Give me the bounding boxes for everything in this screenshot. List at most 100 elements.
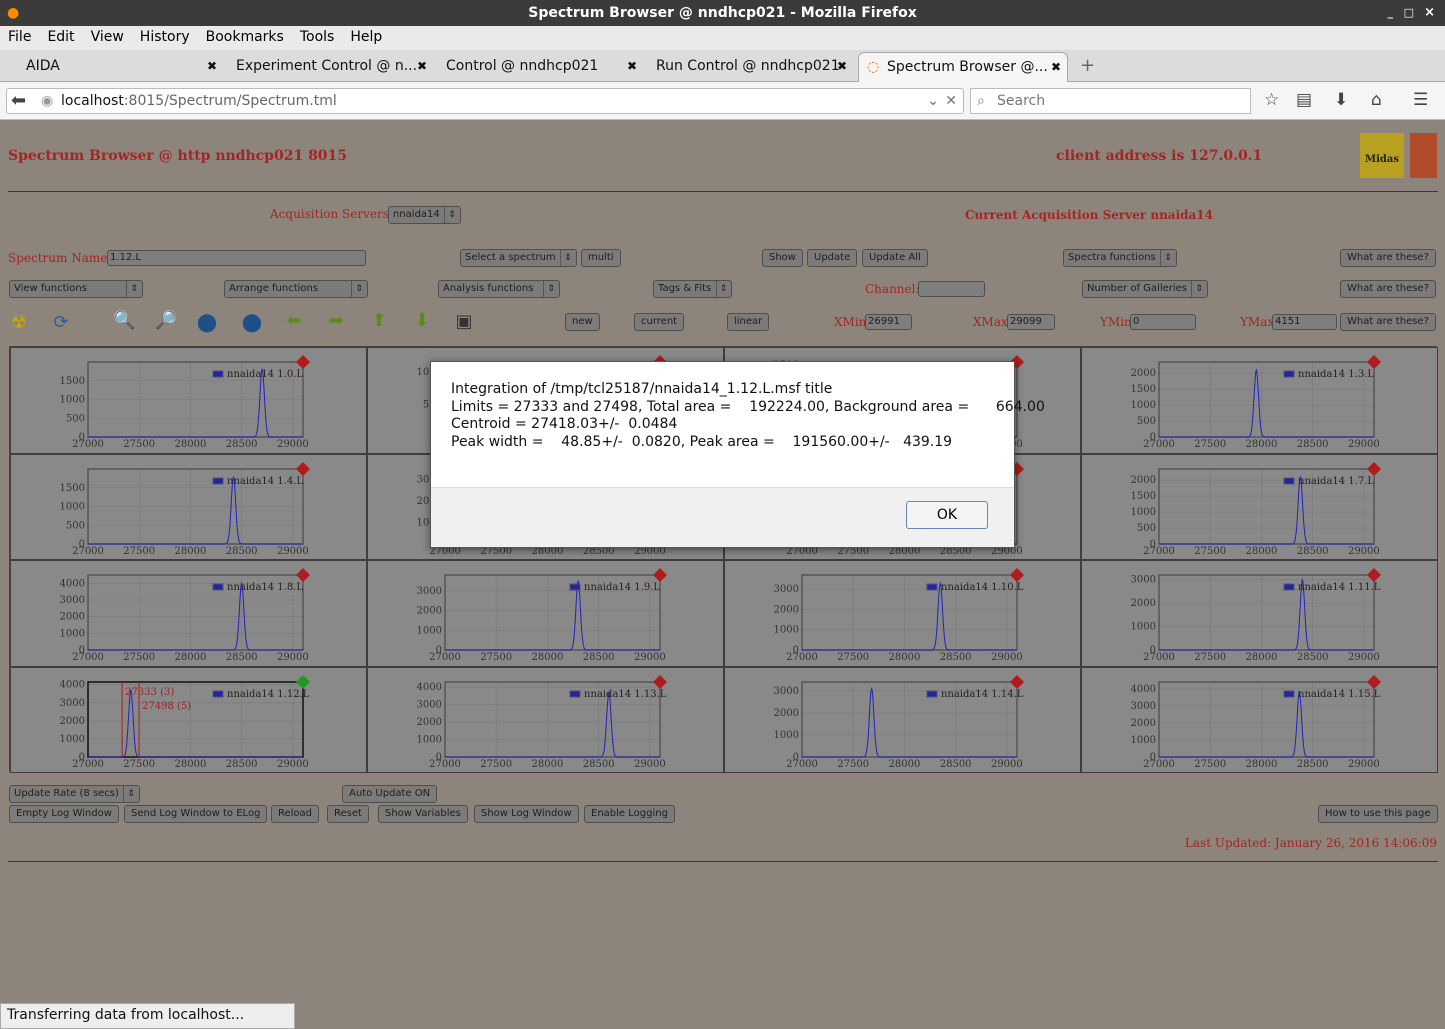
dialog-line: Centroid = 27418.03+/- 0.0484 [451, 416, 678, 432]
xmin-input[interactable]: 26991 [865, 314, 912, 330]
analysis-functions-select[interactable]: Analysis functions [438, 280, 560, 298]
x-tick-label: 27000 [1143, 546, 1175, 557]
y-tick-label: 3000 [417, 586, 442, 597]
what-are-these-button[interactable]: What are these? [1340, 313, 1436, 331]
spectrum-panel[interactable]: 27000 27500 28000 28500 29000 0 1000 2000 3000 nn… [724, 560, 1081, 667]
arrow-down-icon[interactable]: ⬇ [411, 310, 433, 331]
auto-update-button[interactable]: Auto Update ON [342, 785, 438, 803]
bookmark-star-icon[interactable]: ☆ [1264, 90, 1279, 110]
close-tab-icon[interactable]: ✖ [417, 52, 427, 80]
search-input[interactable]: ⌕ Search [970, 88, 1251, 114]
stop-icon[interactable]: ✕ [945, 89, 957, 113]
show-button[interactable]: Show [762, 249, 803, 267]
menu-history[interactable]: History [132, 26, 198, 45]
expand-vertical-icon[interactable]: ⬤ [196, 312, 218, 333]
tab-experiment-control[interactable]: Experiment Control @ n... ✖ [228, 52, 433, 82]
spectrum-panel[interactable]: 27000 27500 28000 28500 29000 0 500 1000 1500 nna… [10, 347, 367, 454]
close-tab-icon[interactable]: ✖ [207, 52, 217, 80]
spectrum-panel[interactable]: 27000 27500 28000 28500 29000 0 1000 2000 3000 nn… [367, 560, 724, 667]
update-all-button[interactable]: Update All [862, 249, 928, 267]
current-button[interactable]: current [634, 313, 685, 331]
menu-edit[interactable]: Edit [39, 26, 82, 45]
arrow-right-icon[interactable]: ➡ [325, 310, 347, 331]
number-of-galleries-select[interactable]: Number of Galleries [1082, 280, 1209, 298]
tab-spectrum-browser[interactable]: ◌ Spectrum Browser @... ✖ [858, 52, 1068, 82]
spectra-functions-select[interactable]: Spectra functions [1063, 249, 1177, 267]
tab-aida[interactable]: AIDA ✖ [18, 52, 223, 82]
close-tab-icon[interactable]: ✖ [1051, 53, 1061, 81]
dropdown-icon[interactable]: ⌄ [927, 89, 939, 113]
view-functions-select[interactable]: View functions [9, 280, 143, 298]
multi-button[interactable]: multi [581, 249, 621, 267]
menu-file[interactable]: File [0, 26, 39, 45]
spectrum-line [88, 688, 303, 757]
spectrum-panel[interactable]: 27000 27500 28000 28500 29000 0 1000 2000 3000 40… [1081, 666, 1438, 773]
channel-input[interactable] [918, 281, 985, 297]
maximize-button[interactable]: □ [1404, 0, 1414, 26]
menu-view[interactable]: View [83, 26, 132, 45]
compress-vertical-icon[interactable]: ⬤ [241, 312, 263, 333]
spectrum-panel[interactable]: 27000 27500 28000 28500 29000 0 1000 2000 3000 nn… [1081, 560, 1438, 667]
menu-bookmarks[interactable]: Bookmarks [198, 26, 292, 45]
acq-server-select[interactable]: nnaida14 [388, 206, 461, 224]
ymin-input[interactable]: 0 [1130, 314, 1196, 330]
spectrum-panel[interactable]: 27000 27500 28000 28500 29000 0 1000 2000 3000 40… [367, 666, 724, 773]
zoom-out-icon[interactable]: 🔎 [155, 310, 177, 331]
spectrum-panel[interactable]: 27000 27500 28000 28500 29000 0 1000 2000 3000 nn… [724, 666, 1081, 773]
site-info-icon[interactable]: ◉ [41, 89, 53, 113]
show-variables-button[interactable]: Show Variables [378, 805, 468, 823]
tab-run-control[interactable]: Run Control @ nndhcp021 ✖ [648, 52, 853, 82]
x-tick-label: 27000 [1143, 652, 1175, 663]
enable-logging-button[interactable]: Enable Logging [584, 805, 675, 823]
show-log-window-button[interactable]: Show Log Window [474, 805, 579, 823]
empty-log-button[interactable]: Empty Log Window [9, 805, 119, 823]
new-tab-button[interactable]: + [1072, 52, 1095, 82]
how-to-use-button[interactable]: How to use this page [1318, 805, 1438, 823]
spectrum-name-input[interactable]: 1.12.L [107, 250, 366, 266]
tags-fits-select[interactable]: Tags & Fits [653, 280, 733, 298]
close-tab-icon[interactable]: ✖ [627, 52, 637, 80]
what-are-these-button[interactable]: What are these? [1340, 249, 1436, 267]
url-bar[interactable]: ⬅ ◉ localhost:8015/Spectrum/Spectrum.tml… [6, 88, 964, 114]
ymax-input[interactable]: 4151 [1272, 314, 1337, 330]
ok-button[interactable]: OK [906, 501, 988, 529]
arrow-up-icon[interactable]: ⬆ [368, 310, 390, 331]
download-icon[interactable]: ⬇ [1334, 90, 1348, 110]
reset-button[interactable]: Reset [327, 805, 369, 823]
y-tick-label: 2000 [1131, 368, 1156, 379]
refresh-icon[interactable]: ⟳ [50, 312, 72, 333]
spectrum-panel[interactable]: 27000 27500 28000 28500 29000 0 500 1000 1500 200… [1081, 453, 1438, 560]
close-tab-icon[interactable]: ✖ [837, 52, 847, 80]
tab-control[interactable]: Control @ nndhcp021 ✖ [438, 52, 643, 82]
new-button[interactable]: new [565, 313, 600, 331]
xmax-input[interactable]: 29099 [1007, 314, 1055, 330]
zoom-in-icon[interactable]: 🔍 [113, 310, 135, 331]
spectrum-panel[interactable]: 27000 27500 28000 28500 29000 0 1000 2000 3000 40… [10, 666, 367, 773]
update-rate-select[interactable]: Update Rate (8 secs) [9, 785, 140, 803]
menu-icon[interactable]: ☰ [1413, 90, 1428, 110]
spectrum-panel[interactable]: 27000 27500 28000 28500 29000 0 500 1000 1500 nna… [10, 453, 367, 560]
x-tick-label: 28000 [1246, 546, 1278, 557]
update-button[interactable]: Update [807, 249, 858, 267]
send-log-elog-button[interactable]: Send Log Window to ELog [124, 805, 268, 823]
x-tick-label: 28000 [889, 652, 921, 663]
menu-tools[interactable]: Tools [292, 26, 343, 45]
what-are-these-button[interactable]: What are these? [1340, 280, 1436, 298]
close-window-button[interactable]: × [1424, 0, 1435, 26]
back-button[interactable]: ⬅ [11, 89, 26, 113]
arrange-functions-select[interactable]: Arrange functions [224, 280, 368, 298]
spectrum-panel[interactable]: 27000 27500 28000 28500 29000 0 500 1000 1500 200… [1081, 347, 1438, 454]
x-tick-label: 27500 [1194, 759, 1226, 770]
spectrum-panel[interactable]: 27000 27500 28000 28500 29000 0 1000 2000 3000 40… [10, 560, 367, 667]
linear-button[interactable]: linear [727, 313, 770, 331]
home-icon[interactable]: ⌂ [1371, 90, 1382, 110]
arrow-left-icon[interactable]: ⬅ [283, 310, 305, 331]
menu-help[interactable]: Help [342, 26, 390, 45]
monitor-icon[interactable]: ▣ [453, 311, 475, 332]
x-tick-label: 28000 [175, 439, 207, 450]
select-spectrum-select[interactable]: Select a spectrum [460, 249, 577, 267]
reading-list-icon[interactable]: ▤ [1296, 90, 1312, 110]
reload-button[interactable]: Reload [271, 805, 320, 823]
radiation-icon[interactable]: ☢ [8, 312, 30, 333]
minimize-button[interactable]: _ [1388, 0, 1394, 26]
